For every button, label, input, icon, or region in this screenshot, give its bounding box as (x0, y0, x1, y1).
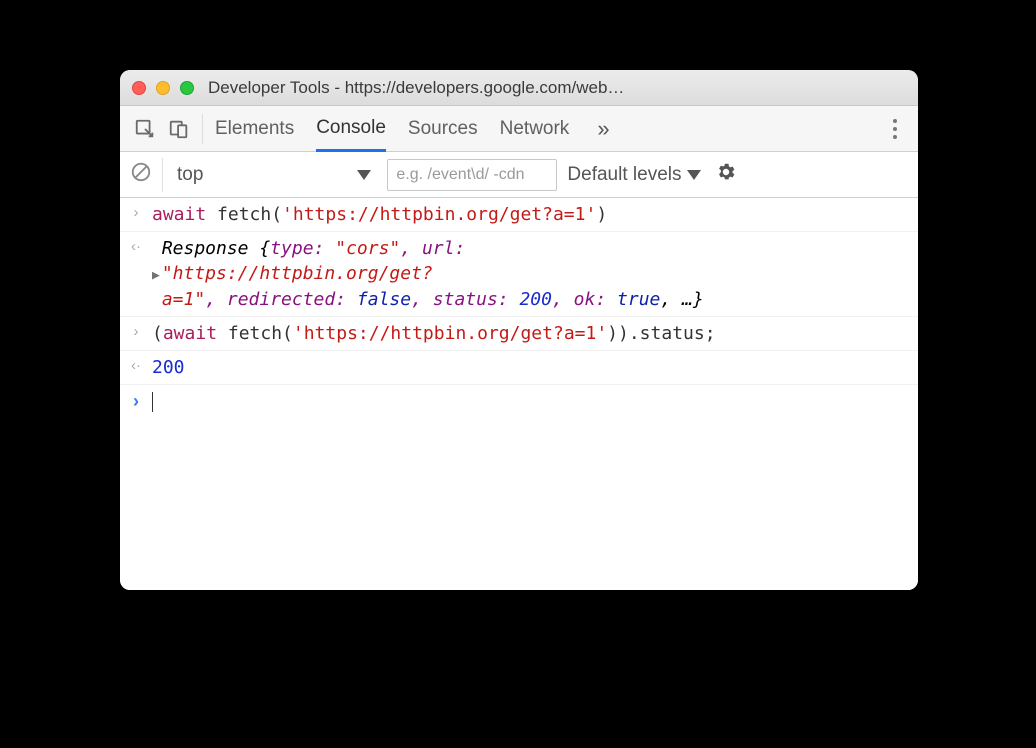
console-output-row: ‹· ▶Response {type: "cors", url: ▶"https… (120, 232, 918, 317)
expand-arrow-icon[interactable]: ▶ (152, 267, 160, 285)
tabs-overflow[interactable]: » (591, 116, 615, 142)
prompt-chevron-icon: › (126, 391, 146, 412)
console-code: (await fetch('https://httpbin.org/get?a=… (146, 321, 908, 346)
tab-network[interactable]: Network (500, 106, 570, 151)
tab-sources[interactable]: Sources (408, 106, 478, 151)
zoom-icon[interactable] (180, 81, 194, 95)
chevron-down-icon (357, 170, 371, 180)
traffic-lights (132, 81, 194, 95)
input-chevron-icon: › (126, 204, 146, 221)
minimize-icon[interactable] (156, 81, 170, 95)
output-chevron-icon: ‹· (126, 357, 146, 374)
clear-console-icon[interactable] (130, 161, 152, 188)
close-icon[interactable] (132, 81, 146, 95)
window-title: Developer Tools - https://developers.goo… (208, 78, 906, 98)
context-label: top (177, 164, 203, 186)
inspect-icon[interactable] (128, 112, 162, 146)
context-selector[interactable]: top (162, 158, 377, 192)
response-object[interactable]: ▶Response {type: "cors", url: ▶"https://… (146, 236, 908, 312)
filter-input[interactable] (387, 159, 557, 191)
caret (152, 392, 153, 412)
console-code: await fetch('https://httpbin.org/get?a=1… (146, 202, 908, 227)
console-output[interactable]: › await fetch('https://httpbin.org/get?a… (120, 198, 918, 590)
gear-icon[interactable] (711, 161, 741, 188)
tab-console[interactable]: Console (316, 107, 386, 152)
settings-menu-icon[interactable] (880, 119, 910, 139)
console-result: 200 (146, 355, 908, 380)
titlebar[interactable]: Developer Tools - https://developers.goo… (120, 70, 918, 106)
console-input-row: › (await fetch('https://httpbin.org/get?… (120, 317, 918, 351)
console-toolbar: top Default levels (120, 152, 918, 198)
devtools-window: Developer Tools - https://developers.goo… (120, 70, 918, 590)
console-output-row: ‹· 200 (120, 351, 918, 385)
tabbar: Elements Console Sources Network » (120, 106, 918, 152)
console-prompt-row[interactable]: › (120, 385, 918, 418)
tab-elements[interactable]: Elements (215, 106, 294, 151)
device-toggle-icon[interactable] (162, 112, 196, 146)
input-chevron-icon: › (126, 323, 146, 340)
console-prompt[interactable] (146, 389, 908, 414)
chevron-down-icon (687, 170, 701, 180)
console-input-row: › await fetch('https://httpbin.org/get?a… (120, 198, 918, 232)
separator (202, 114, 203, 144)
levels-label: Default levels (567, 164, 681, 186)
output-chevron-icon: ‹· (126, 238, 146, 255)
log-levels-selector[interactable]: Default levels (567, 164, 701, 186)
